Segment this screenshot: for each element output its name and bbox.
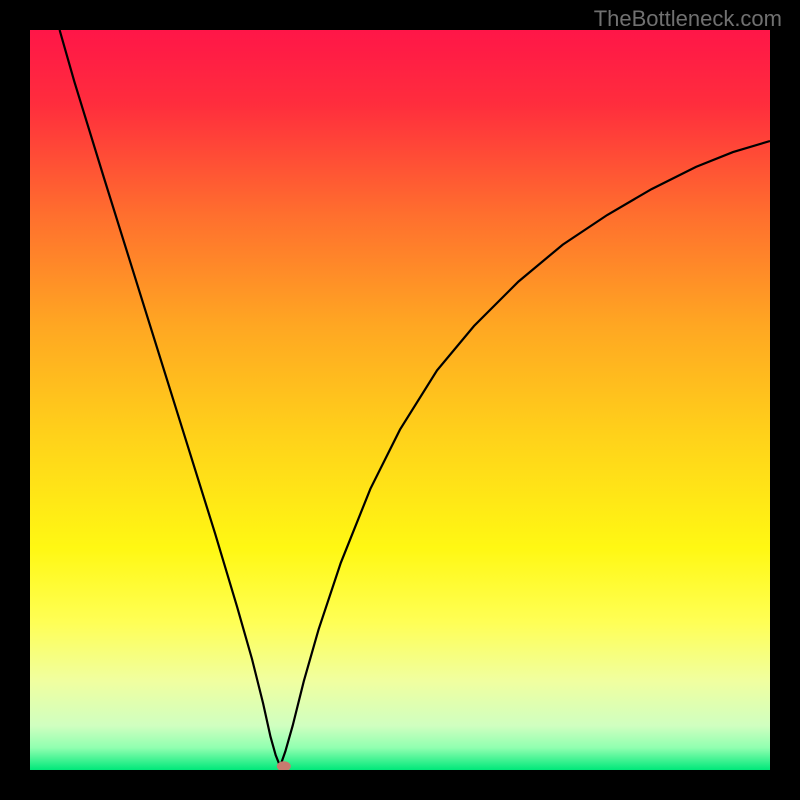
chart-plot-area [30, 30, 770, 770]
chart-svg [30, 30, 770, 770]
chart-background [30, 30, 770, 770]
watermark-label: TheBottleneck.com [594, 6, 782, 32]
